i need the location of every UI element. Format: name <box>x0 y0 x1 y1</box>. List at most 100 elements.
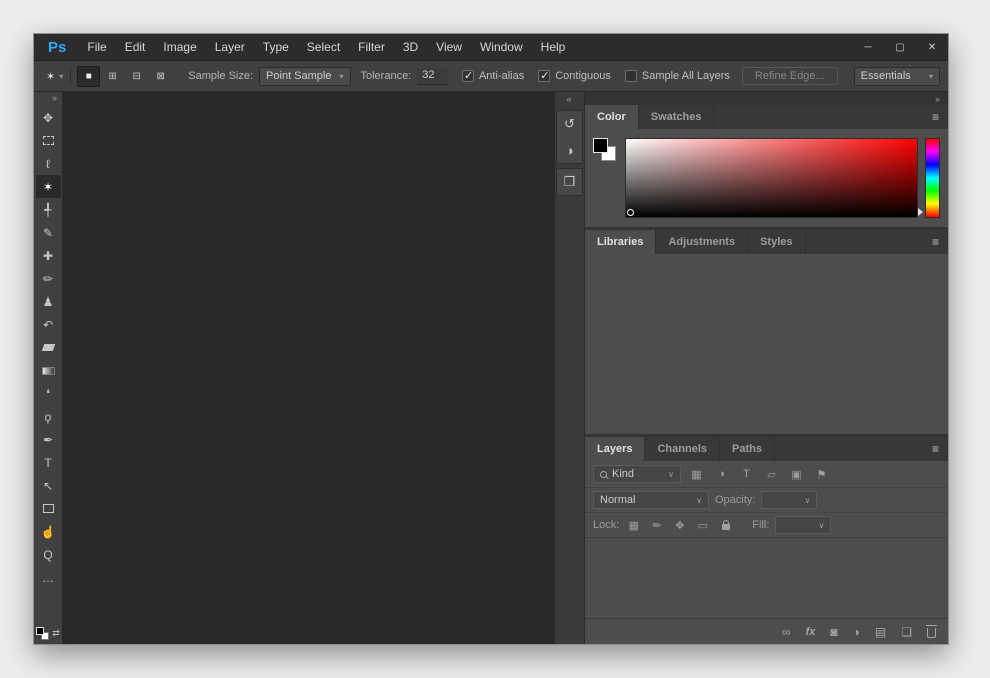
eyedropper-tool[interactable]: ✎ <box>36 221 61 244</box>
lock-transparency-icon[interactable]: ▦ <box>625 517 642 534</box>
gradient-tool[interactable] <box>36 359 61 382</box>
eraser-tool[interactable] <box>36 336 61 359</box>
filter-toggle-icon[interactable]: ⚑ <box>812 466 831 483</box>
saturation-brightness-field[interactable] <box>625 138 923 218</box>
history-brush-tool[interactable]: ↶ <box>36 313 61 336</box>
foreground-background-swatches[interactable] <box>36 627 50 640</box>
subtract-selection-button[interactable]: ⊟ <box>125 66 148 87</box>
tolerance-input[interactable]: 32 <box>417 67 448 85</box>
color-picker-marker[interactable] <box>627 209 634 216</box>
hue-slider[interactable] <box>925 138 940 218</box>
contiguous-checkbox[interactable]: Contiguous <box>538 69 611 82</box>
menu-view[interactable]: View <box>427 34 471 60</box>
hand-tool[interactable]: ☝ <box>36 520 61 543</box>
menu-image[interactable]: Image <box>154 34 205 60</box>
path-selection-tool[interactable]: ↖ <box>36 474 61 497</box>
link-layers-icon[interactable]: ∞ <box>782 625 791 639</box>
workspace-select[interactable]: Essentials ▾ <box>853 66 940 86</box>
menu-filter[interactable]: Filter <box>349 34 394 60</box>
tab-layers[interactable]: Layers <box>585 437 646 461</box>
lock-artboard-icon[interactable]: ▭ <box>694 517 711 534</box>
layers-panel-tabs: Layers Channels Paths ≡ <box>585 437 948 461</box>
tab-channels[interactable]: Channels <box>645 437 720 461</box>
intersect-selection-button[interactable]: ⊠ <box>149 66 172 87</box>
menu-window[interactable]: Window <box>471 34 532 60</box>
menu-layer[interactable]: Layer <box>206 34 254 60</box>
tab-paths[interactable]: Paths <box>720 437 775 461</box>
zoom-tool[interactable]: Q <box>36 543 61 566</box>
type-tool[interactable]: T <box>36 451 61 474</box>
pixel-layer-filter-icon[interactable]: ▦ <box>687 466 706 483</box>
info-panel-button[interactable]: ❐ <box>557 169 582 195</box>
switch-colors-icon[interactable]: ⇄ <box>52 628 60 639</box>
tab-styles[interactable]: Styles <box>748 230 806 254</box>
history-panel-button[interactable]: ↺ <box>557 111 582 137</box>
toolbar-collapse-button[interactable]: » <box>52 93 62 106</box>
move-tool[interactable]: ✥ <box>36 106 61 129</box>
new-layer-icon[interactable]: ❏ <box>901 625 912 639</box>
lock-all-icon[interactable] <box>717 517 734 534</box>
pen-tool[interactable]: ✒ <box>36 428 61 451</box>
tab-adjustments[interactable]: Adjustments <box>656 230 749 254</box>
magic-wand-tool[interactable]: ✶ <box>35 175 61 198</box>
tab-color[interactable]: Color <box>585 105 639 129</box>
panel-menu-icon[interactable]: ≡ <box>923 230 948 254</box>
brush-tool[interactable]: ✏ <box>36 267 61 290</box>
spot-healing-brush-tool[interactable]: ✚ <box>36 244 61 267</box>
crop-tool[interactable]: ╃ <box>36 198 61 221</box>
tab-swatches[interactable]: Swatches <box>639 105 715 129</box>
dock-collapse-button[interactable]: » <box>935 94 941 104</box>
menu-help[interactable]: Help <box>532 34 575 60</box>
fill-select[interactable]: ∨ <box>775 516 832 534</box>
sample-all-layers-checkbox[interactable]: Sample All Layers <box>624 70 730 82</box>
dock-strip-expand-button[interactable]: « <box>566 94 572 106</box>
dodge-tool[interactable]: ϙ <box>36 405 61 428</box>
blur-tool[interactable]: ❛ <box>36 382 61 405</box>
new-selection-button[interactable]: ■ <box>77 65 101 87</box>
layer-style-icon[interactable]: fx <box>806 626 816 638</box>
smart-object-filter-icon[interactable]: ▣ <box>787 466 806 483</box>
anti-alias-checkbox[interactable]: Anti-alias <box>461 69 524 82</box>
refine-edge-button[interactable]: Refine Edge... <box>741 67 838 85</box>
blend-mode-select[interactable]: Normal ∨ <box>593 491 709 509</box>
delete-layer-icon[interactable] <box>926 625 937 638</box>
lock-position-icon[interactable]: ✥ <box>671 517 688 534</box>
menu-select[interactable]: Select <box>298 34 349 60</box>
layers-list[interactable] <box>585 538 948 618</box>
layer-filter-kind-select[interactable]: Kind ∨ <box>593 465 681 483</box>
edit-toolbar-button[interactable]: … <box>36 566 61 589</box>
adjustment-layer-icon[interactable]: ◑ <box>853 625 860 639</box>
new-group-icon[interactable]: ▤ <box>875 625 886 639</box>
tab-libraries[interactable]: Libraries <box>585 230 657 254</box>
add-layer-mask-icon[interactable]: ◙ <box>830 625 837 639</box>
adjustment-layer-filter-icon[interactable]: ◑ <box>712 466 731 483</box>
add-selection-button[interactable]: ⊞ <box>101 66 124 87</box>
menu-3d[interactable]: 3D <box>394 34 427 60</box>
canvas-area[interactable] <box>63 92 554 644</box>
type-layer-filter-icon[interactable]: T <box>737 466 756 483</box>
path-selection-tool-icon: ↖ <box>42 478 54 493</box>
rectangular-marquee-tool[interactable] <box>36 129 61 152</box>
menubar: Ps File Edit Image Layer Type Select Fil… <box>34 34 948 61</box>
close-button[interactable]: ✕ <box>916 34 948 60</box>
rectangle-tool[interactable] <box>36 497 61 520</box>
contiguous-label: Contiguous <box>555 70 611 82</box>
layers-filter-row: Kind ∨ ▦ ◑ T ▱ ▣ ⚑ <box>585 461 948 488</box>
eyedropper-tool-icon: ✎ <box>42 225 54 240</box>
menu-file[interactable]: File <box>78 34 115 60</box>
menu-type[interactable]: Type <box>254 34 298 60</box>
maximize-button[interactable]: ▢ <box>884 34 916 60</box>
lock-image-icon[interactable]: ✏ <box>648 517 665 534</box>
adjustments-panel-button[interactable]: ◑ <box>557 137 582 163</box>
menu-edit[interactable]: Edit <box>116 34 155 60</box>
lasso-tool[interactable]: ℓ <box>36 152 61 175</box>
shape-layer-filter-icon[interactable]: ▱ <box>762 466 781 483</box>
clone-stamp-tool[interactable]: ♟ <box>36 290 61 313</box>
sample-size-select[interactable]: Point Sample ▾ <box>259 66 351 86</box>
opacity-select[interactable]: ∨ <box>761 491 818 509</box>
foreground-color-swatch[interactable] <box>593 138 608 153</box>
panel-menu-icon[interactable]: ≡ <box>923 105 948 129</box>
panel-menu-icon[interactable]: ≡ <box>923 437 948 461</box>
tool-preset-picker[interactable]: ✶ ▾ <box>42 67 72 85</box>
minimize-button[interactable]: ─ <box>852 34 884 60</box>
